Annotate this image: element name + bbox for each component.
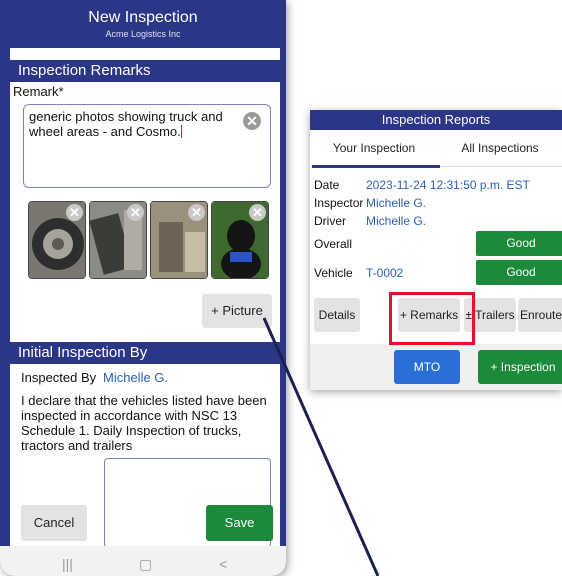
pointer-line [262, 317, 380, 576]
callout-line [262, 317, 380, 576]
